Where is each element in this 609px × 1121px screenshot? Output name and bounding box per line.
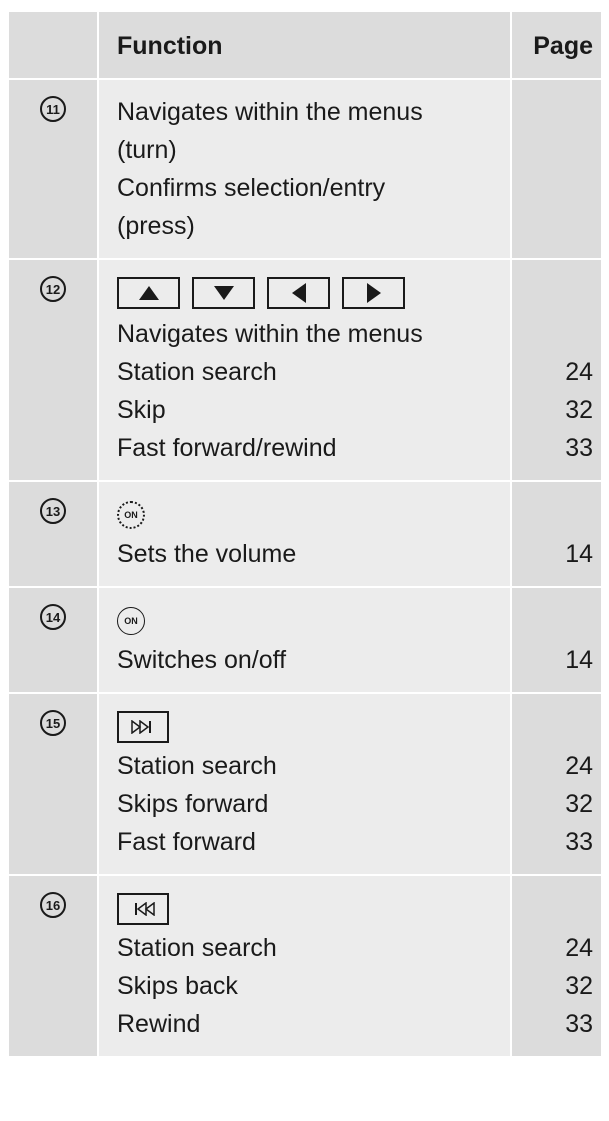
page-number: 14: [565, 646, 593, 674]
page-number: 33: [565, 434, 593, 462]
page-number: 32: [565, 972, 593, 1000]
page-number: [512, 318, 593, 350]
page-column-header: Page: [512, 12, 601, 78]
page-number: 33: [565, 1010, 593, 1038]
right-arrow-icon: [342, 277, 405, 309]
function-text: Skips back: [117, 972, 238, 1000]
function-text: Skips forward: [117, 790, 269, 818]
page-number: 14: [565, 540, 593, 568]
function-text: Navigates within the menus: [117, 320, 423, 348]
page-number: 32: [565, 790, 593, 818]
down-arrow-icon: [192, 277, 255, 309]
function-text: Fast forward: [117, 828, 256, 856]
function-table: Function Page 11 Navigates within the me…: [9, 12, 601, 1056]
skip-back-icon: [117, 893, 169, 925]
left-arrow-icon: [267, 277, 330, 309]
arrow-keys: [117, 276, 510, 310]
function-text: Station search: [117, 358, 277, 386]
table-row: 16 Station search Skips back Rewind 24 3…: [9, 874, 601, 1056]
function-text: Skip: [117, 396, 166, 424]
function-text: Rewind: [117, 1010, 201, 1038]
table-row: 13 ON Sets the volume 14: [9, 480, 601, 586]
table-row: 12 Navigates within the menus Station se…: [9, 258, 601, 480]
number-column-header: [9, 12, 99, 78]
function-text: (turn): [117, 136, 177, 164]
function-text: Station search: [117, 934, 277, 962]
page-number: 24: [565, 934, 593, 962]
function-text: Sets the volume: [117, 540, 297, 568]
power-button-icon: ON: [117, 607, 145, 635]
table-header: Function Page: [9, 12, 601, 78]
item-number: 11: [40, 96, 66, 122]
function-column-header: Function: [99, 12, 512, 78]
skip-forward-icon: [117, 711, 169, 743]
page-number: 32: [565, 396, 593, 424]
function-text: Confirms selection/entry: [117, 174, 386, 202]
up-arrow-icon: [117, 277, 180, 309]
table-row: 14 ON Switches on/off 14: [9, 586, 601, 692]
page-number: 33: [565, 828, 593, 856]
function-text: Station search: [117, 752, 277, 780]
page-number: 24: [565, 752, 593, 780]
item-number: 13: [40, 498, 66, 524]
function-text: (press): [117, 212, 195, 240]
page-number: 24: [565, 358, 593, 386]
page-header-label: Page: [533, 32, 593, 60]
function-text: Navigates within the menus: [117, 98, 423, 126]
item-number: 16: [40, 892, 66, 918]
table-row: 11 Navigates within the menus (turn) Con…: [9, 78, 601, 258]
item-number: 12: [40, 276, 66, 302]
function-text: Fast forward/rewind: [117, 434, 337, 462]
volume-knob-icon: ON: [117, 501, 145, 529]
function-text: Switches on/off: [117, 646, 287, 674]
item-number: 15: [40, 710, 66, 736]
function-header-label: Function: [117, 32, 223, 60]
table-row: 15 Station search Skips forward Fast for…: [9, 692, 601, 874]
item-number: 14: [40, 604, 66, 630]
